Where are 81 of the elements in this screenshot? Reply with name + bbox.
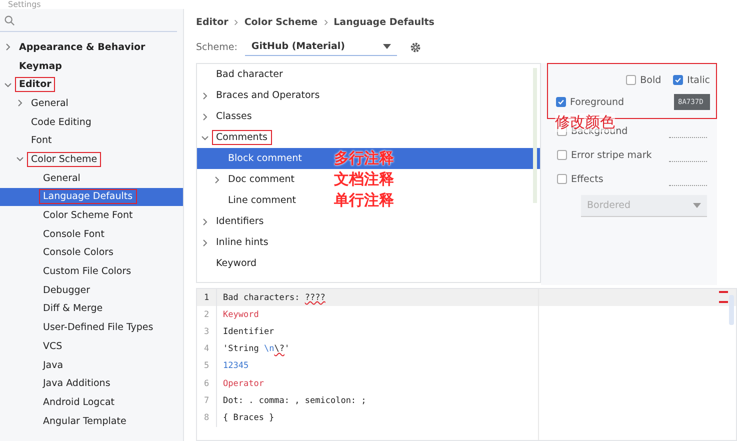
line-number: 2 bbox=[197, 306, 217, 324]
code-line: { Braces } bbox=[223, 412, 274, 423]
tree-item[interactable]: Console Font bbox=[0, 224, 183, 244]
line-number: 1 bbox=[197, 289, 217, 306]
checkbox-label: Effects bbox=[571, 174, 604, 184]
tree-item[interactable]: Keymap bbox=[0, 56, 183, 76]
annotation-text: 文档注释 bbox=[334, 169, 394, 190]
chevron-down-icon[interactable] bbox=[4, 80, 12, 89]
scheme-label: Scheme: bbox=[196, 42, 238, 52]
code-line: 12345 bbox=[223, 361, 249, 372]
line-number: 8 bbox=[197, 409, 217, 426]
line-number: 5 bbox=[197, 358, 217, 375]
caret-icon bbox=[693, 203, 701, 208]
checkbox[interactable] bbox=[626, 75, 636, 85]
chevron-right-icon[interactable] bbox=[201, 112, 209, 120]
annotation-text: 单行注释 bbox=[334, 190, 394, 211]
list-item[interactable]: Keyword bbox=[197, 253, 267, 274]
tree-item[interactable]: Appearance & Behavior bbox=[0, 38, 183, 57]
tree-item[interactable]: Color Scheme Font bbox=[0, 206, 183, 225]
tree-item[interactable]: User-Defined File Types bbox=[0, 318, 183, 337]
line-number: 7 bbox=[197, 392, 217, 410]
tree-item[interactable]: Custom File Colors bbox=[0, 262, 183, 281]
tree-item[interactable]: Diff & Merge bbox=[0, 300, 183, 318]
tree-item[interactable]: Console Colors bbox=[0, 244, 183, 262]
code-line: Keyword bbox=[223, 310, 259, 320]
checkbox[interactable] bbox=[673, 75, 684, 85]
checkbox-label: Foreground bbox=[570, 96, 624, 108]
line-number: 6 bbox=[197, 374, 217, 392]
chevron-right-icon bbox=[324, 18, 328, 26]
tree-item[interactable]: General bbox=[0, 94, 183, 113]
checkbox[interactable] bbox=[557, 150, 567, 160]
line-number: 3 bbox=[197, 323, 217, 341]
checkbox-label: Italic bbox=[687, 74, 710, 86]
code-line: Bad characters: ???? bbox=[223, 292, 326, 303]
scrollbar[interactable] bbox=[729, 295, 734, 325]
code-line: Identifier bbox=[223, 326, 274, 337]
checkbox[interactable] bbox=[556, 97, 566, 107]
tree-item[interactable]: Code Editing bbox=[0, 112, 183, 132]
checkbox[interactable] bbox=[557, 174, 567, 184]
window-title: Settings bbox=[8, 0, 41, 9]
code-line: Dot: . comma: , semicolon: ; bbox=[223, 396, 366, 406]
tree-item[interactable]: Editor bbox=[0, 75, 183, 94]
tree-item[interactable]: Color Scheme bbox=[0, 150, 183, 169]
tree-item[interactable]: Language Defaults bbox=[0, 188, 183, 206]
settings-icon[interactable] bbox=[409, 40, 422, 54]
code-line: Operator bbox=[223, 378, 264, 389]
chevron-right-icon[interactable] bbox=[201, 238, 209, 246]
breadcrumb-item[interactable]: Language Defaults bbox=[334, 16, 434, 28]
chevron-right-icon[interactable] bbox=[4, 43, 12, 52]
chevron-down-icon[interactable] bbox=[201, 134, 209, 142]
checkbox-label: Bold bbox=[640, 74, 662, 86]
tree-item[interactable]: General bbox=[0, 168, 183, 188]
code-line: 'String \n\?' bbox=[223, 344, 290, 354]
list-item[interactable]: Bad character bbox=[197, 64, 293, 85]
tree-item[interactable]: Debugger bbox=[0, 280, 183, 300]
caret-icon bbox=[383, 44, 392, 49]
tree-item[interactable]: Font bbox=[0, 131, 183, 150]
line-number: 4 bbox=[197, 340, 217, 358]
chevron-down-icon[interactable] bbox=[16, 155, 24, 164]
list-item[interactable]: Identifiers bbox=[197, 211, 274, 232]
tree-item[interactable]: Android Logcat bbox=[0, 393, 183, 412]
list-item[interactable]: Doc comment bbox=[197, 169, 305, 190]
tree-item[interactable]: Angular Template bbox=[0, 412, 183, 430]
tree-item[interactable]: Java Additions bbox=[0, 374, 183, 394]
chevron-right-icon[interactable] bbox=[201, 218, 209, 226]
search-icon bbox=[4, 14, 15, 26]
chevron-right-icon[interactable] bbox=[201, 92, 209, 100]
list-item[interactable]: Inline hints bbox=[197, 232, 278, 253]
tree-item[interactable]: Java bbox=[0, 356, 183, 374]
chevron-right-icon bbox=[234, 18, 238, 26]
tree-item[interactable]: VCS bbox=[0, 337, 183, 356]
list-item[interactable]: Classes bbox=[197, 106, 262, 127]
chevron-right-icon[interactable] bbox=[16, 99, 24, 108]
annotation-text: 多行注释 bbox=[334, 148, 394, 169]
checkbox-label: Error stripe mark bbox=[571, 150, 652, 160]
breadcrumb-item[interactable]: Editor bbox=[196, 16, 228, 28]
scheme-dropdown[interactable]: GitHub (Material) bbox=[245, 38, 398, 56]
chevron-right-icon[interactable] bbox=[213, 176, 221, 184]
list-item[interactable]: Line comment bbox=[197, 190, 306, 211]
list-item[interactable]: Braces and Operators bbox=[197, 85, 330, 106]
breadcrumb-item[interactable]: Color Scheme bbox=[244, 16, 318, 28]
